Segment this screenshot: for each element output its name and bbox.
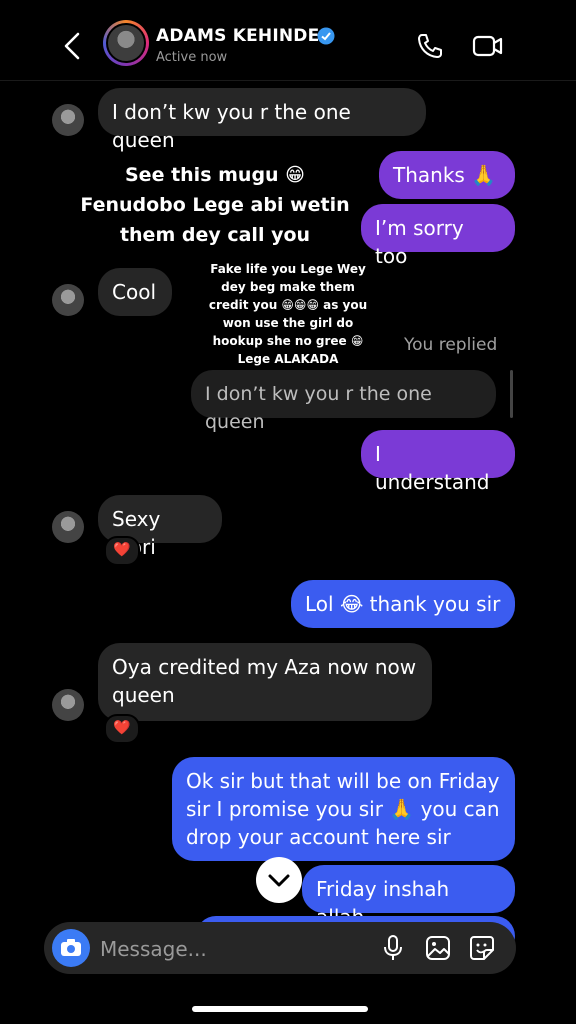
outgoing-message[interactable]: I’m sorry too xyxy=(361,204,515,268)
contact-avatar-small[interactable] xyxy=(52,104,84,136)
replied-label: You replied xyxy=(404,335,498,355)
contact-name[interactable]: ADAMS KEHINDE xyxy=(156,26,319,46)
outgoing-message[interactable]: Friday inshah allah xyxy=(302,865,515,929)
chevron-down-icon xyxy=(268,874,290,887)
contact-avatar-small[interactable] xyxy=(52,511,84,543)
phone-call-icon[interactable] xyxy=(416,32,444,60)
gallery-icon[interactable] xyxy=(424,934,452,962)
outgoing-message[interactable]: Ok sir but that will be on Friday sir I … xyxy=(172,757,515,861)
back-arrow-icon[interactable] xyxy=(60,30,84,62)
quoted-message[interactable]: I don’t kw you r the one queen xyxy=(191,370,496,433)
message-input[interactable] xyxy=(98,932,322,966)
contact-avatar[interactable] xyxy=(103,20,149,66)
video-call-icon[interactable] xyxy=(472,32,504,60)
camera-button[interactable] xyxy=(52,929,90,967)
outgoing-message[interactable]: Thanks 🙏 xyxy=(379,151,515,199)
incoming-message[interactable]: Oya credited my Aza now now queen xyxy=(98,643,432,721)
overlay-caption-small: Fake life you Lege Wey dey beg make them… xyxy=(208,262,368,366)
verified-badge-icon xyxy=(317,27,335,45)
home-indicator[interactable] xyxy=(192,1006,368,1012)
quote-divider xyxy=(510,370,513,418)
incoming-message[interactable]: Cool xyxy=(98,268,172,316)
sticker-icon[interactable] xyxy=(468,934,496,962)
active-status: Active now xyxy=(156,50,228,65)
contact-avatar-small[interactable] xyxy=(52,689,84,721)
outgoing-message[interactable]: I understand xyxy=(361,430,515,494)
contact-avatar-small[interactable] xyxy=(52,284,84,316)
overlay-caption: See this mugu 😁 Fenudobo Lege abi wetin … xyxy=(80,164,350,246)
incoming-message[interactable]: I don’t kw you r the one queen xyxy=(98,88,426,152)
microphone-icon[interactable] xyxy=(380,934,406,962)
camera-icon xyxy=(61,939,81,956)
message-composer xyxy=(44,922,516,974)
heart-reaction[interactable]: ❤️ xyxy=(104,714,140,744)
scroll-to-bottom-button[interactable] xyxy=(256,857,302,903)
outgoing-message[interactable]: Lol 😂 thank you sir xyxy=(291,580,515,628)
heart-reaction[interactable]: ❤️ xyxy=(104,536,140,566)
